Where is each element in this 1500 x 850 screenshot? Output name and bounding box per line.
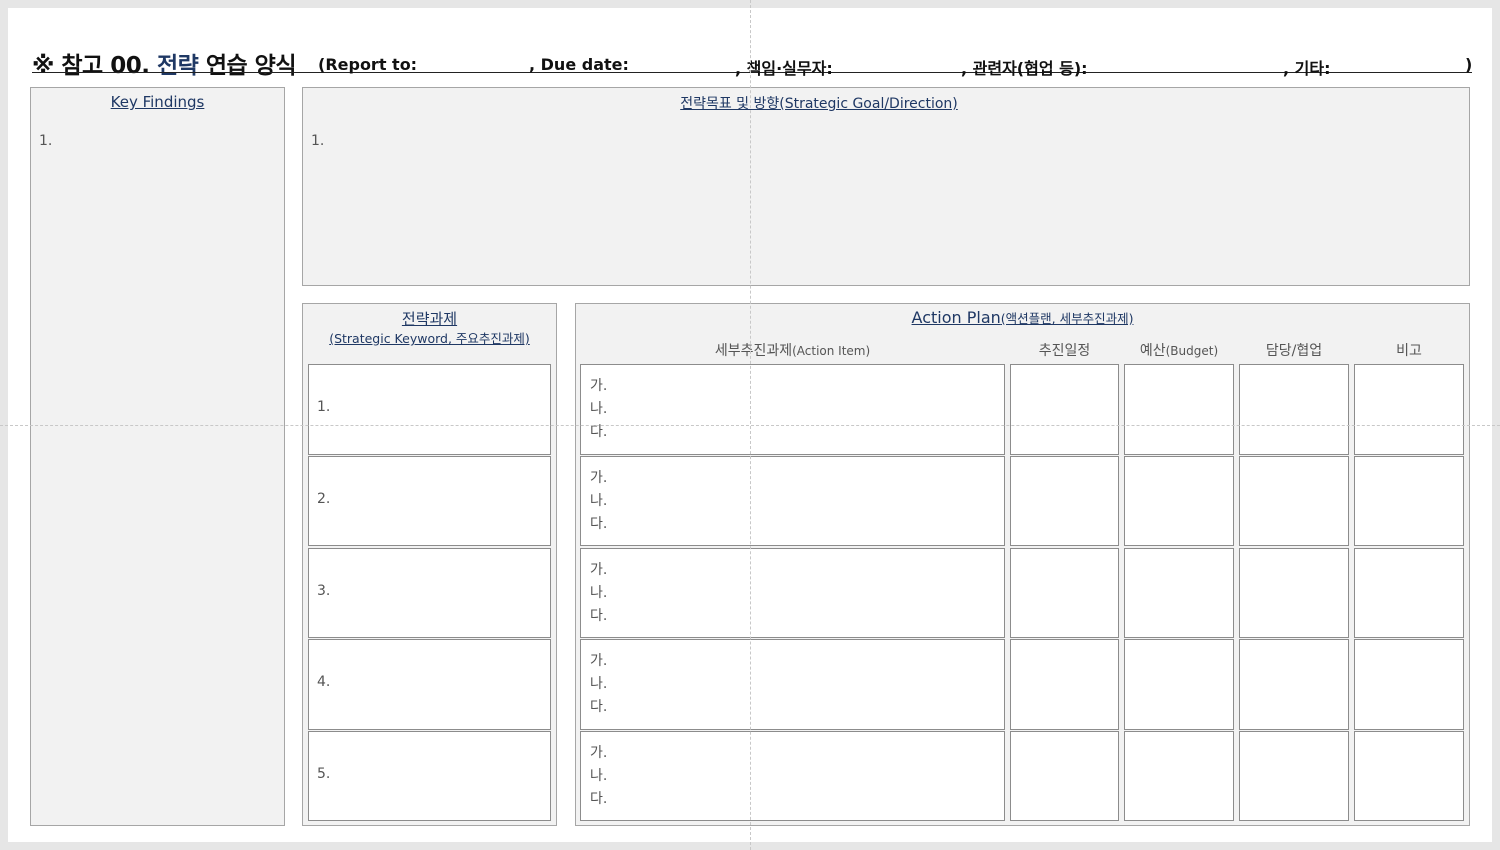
- budget-cell-4[interactable]: [1124, 639, 1234, 730]
- schedule-cell-3[interactable]: [1010, 548, 1119, 638]
- column-header-note: 비고: [1396, 343, 1422, 359]
- task-cell-5[interactable]: 5.: [308, 731, 551, 821]
- column-header-schedule: 추진일정: [1038, 343, 1091, 359]
- column-header-action-item-en: (Action Item): [792, 344, 871, 358]
- subitem-ga: 가.: [590, 745, 608, 761]
- action-subitems-4: 가. 나. 다.: [590, 650, 607, 719]
- subitem-ga: 가.: [590, 653, 608, 669]
- key-findings-panel: Key Findings 1.: [30, 87, 285, 826]
- note-cell-4[interactable]: [1354, 639, 1464, 730]
- task-label-5: 5.: [317, 766, 331, 782]
- action-item-cell-5[interactable]: 가. 나. 다.: [580, 731, 1005, 821]
- page-title: ※ 참고 00. 전략 연습 양식: [32, 46, 296, 80]
- action-plan-title: Action Plan: [911, 308, 1001, 327]
- subitem-na: 나.: [590, 585, 608, 601]
- action-subitems-3: 가. 나. 다.: [590, 559, 607, 628]
- owner-cell-3[interactable]: [1239, 548, 1349, 638]
- other-field[interactable]: , 기타:: [1283, 55, 1331, 79]
- key-findings-item[interactable]: 1.: [39, 133, 52, 149]
- note-cell-2[interactable]: [1354, 456, 1464, 546]
- subitem-na: 나.: [590, 493, 608, 509]
- task-label-2: 2.: [317, 491, 331, 507]
- schedule-cell-1[interactable]: [1010, 364, 1119, 455]
- field-close-paren: ): [1465, 55, 1473, 74]
- budget-cell-1[interactable]: [1124, 364, 1234, 455]
- reference-mark-icon: ※: [32, 53, 54, 79]
- title-suffix: 연습 양식: [205, 53, 297, 79]
- subitem-da: 다.: [590, 608, 608, 624]
- note-cell-1[interactable]: [1354, 364, 1464, 455]
- strategic-goal-panel: 전략목표 및 방향(Strategic Goal/Direction) 1.: [302, 87, 1470, 286]
- related-party-field[interactable]: , 관련자(협업 등):: [961, 55, 1088, 79]
- owner-cell-2[interactable]: [1239, 456, 1349, 546]
- due-date-field[interactable]: , Due date:: [529, 55, 629, 74]
- note-cell-5[interactable]: [1354, 731, 1464, 821]
- action-subitems-5: 가. 나. 다.: [590, 742, 607, 811]
- owner-cell-5[interactable]: [1239, 731, 1349, 821]
- budget-cell-3[interactable]: [1124, 548, 1234, 638]
- subitem-da: 다.: [590, 424, 608, 440]
- action-plan-heading: Action Plan(액션플랜, 세부추진과제): [576, 308, 1469, 327]
- strategic-goal-heading: 전략목표 및 방향(Strategic Goal/Direction): [680, 96, 958, 112]
- column-header-action-item-ko: 세부추진과제: [714, 343, 793, 359]
- task-label-1: 1.: [317, 399, 331, 415]
- subitem-ga: 가.: [590, 562, 608, 578]
- schedule-cell-5[interactable]: [1010, 731, 1119, 821]
- subitem-na: 나.: [590, 768, 608, 784]
- task-cell-1[interactable]: 1.: [308, 364, 551, 455]
- column-header-budget-ko: 예산: [1139, 343, 1166, 359]
- task-label-4: 4.: [317, 674, 331, 690]
- task-cell-3[interactable]: 3.: [308, 548, 551, 638]
- action-item-cell-1[interactable]: 가. 나. 다.: [580, 364, 1005, 455]
- note-cell-3[interactable]: [1354, 548, 1464, 638]
- title-highlight: 전략: [156, 53, 199, 79]
- action-item-cell-2[interactable]: 가. 나. 다.: [580, 456, 1005, 546]
- action-item-cell-3[interactable]: 가. 나. 다.: [580, 548, 1005, 638]
- task-label-3: 3.: [317, 583, 331, 599]
- column-header-budget: 예산(Budget): [1124, 340, 1234, 360]
- column-header-action-item: 세부추진과제(Action Item): [580, 340, 1005, 360]
- title-prefix: 참고 00.: [61, 53, 150, 79]
- task-cell-4[interactable]: 4.: [308, 639, 551, 730]
- action-subitems-2: 가. 나. 다.: [590, 467, 607, 536]
- strategic-tasks-heading: 전략과제: [401, 310, 458, 328]
- action-plan-subtitle: (액션플랜, 세부추진과제): [1000, 311, 1134, 326]
- owner-cell-4[interactable]: [1239, 639, 1349, 730]
- column-header-owner: 담당/협업: [1265, 343, 1323, 359]
- subitem-da: 다.: [590, 516, 608, 532]
- subitem-ga: 가.: [590, 378, 608, 394]
- action-subitems-1: 가. 나. 다.: [590, 375, 607, 444]
- subitem-da: 다.: [590, 791, 608, 807]
- action-item-cell-4[interactable]: 가. 나. 다.: [580, 639, 1005, 730]
- title-row: ※ 참고 00. 전략 연습 양식 (Report to: , Due date…: [32, 46, 1473, 79]
- budget-cell-5[interactable]: [1124, 731, 1234, 821]
- schedule-cell-4[interactable]: [1010, 639, 1119, 730]
- strategic-tasks-subheading: (Strategic Keyword, 주요추진과제): [329, 331, 530, 346]
- subitem-ga: 가.: [590, 470, 608, 486]
- column-header-budget-en: (Budget): [1165, 344, 1219, 358]
- task-cell-2[interactable]: 2.: [308, 456, 551, 546]
- report-to-field[interactable]: (Report to:: [318, 55, 417, 74]
- owner-field[interactable]: , 책임·실무자:: [735, 55, 833, 79]
- subitem-da: 다.: [590, 699, 608, 715]
- schedule-cell-2[interactable]: [1010, 456, 1119, 546]
- budget-cell-2[interactable]: [1124, 456, 1234, 546]
- strategic-goal-item[interactable]: 1.: [311, 133, 324, 149]
- owner-cell-1[interactable]: [1239, 364, 1349, 455]
- subitem-na: 나.: [590, 401, 608, 417]
- subitem-na: 나.: [590, 676, 608, 692]
